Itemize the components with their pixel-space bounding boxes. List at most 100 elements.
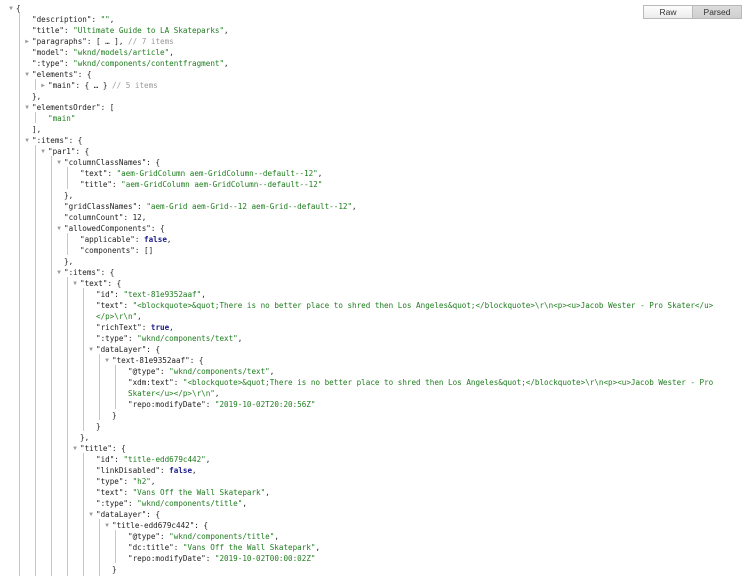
json-token: , bbox=[224, 26, 229, 35]
collapse-toggle-icon[interactable]: ▼ bbox=[87, 509, 95, 520]
collapse-toggle-icon[interactable]: ▼ bbox=[103, 520, 111, 531]
parsed-tab[interactable]: Parsed bbox=[693, 5, 742, 19]
json-token: : bbox=[64, 26, 74, 35]
collapse-toggle-icon[interactable]: ▼ bbox=[23, 135, 31, 146]
json-line: "@type": "wknd/components/text", bbox=[128, 366, 274, 377]
json-token: : [ bbox=[100, 103, 115, 112]
collapse-toggle-icon[interactable]: ▼ bbox=[55, 157, 63, 168]
indent-guide bbox=[83, 453, 84, 576]
json-token: , bbox=[201, 290, 206, 299]
json-token: : bbox=[64, 59, 74, 68]
json-token: , bbox=[237, 334, 243, 343]
json-token: : { bbox=[75, 147, 90, 156]
json-line: ], bbox=[32, 124, 41, 135]
json-line: ▼ "columnClassNames": { bbox=[57, 157, 160, 168]
json-string: "Vans Off the Wall Skatepark" bbox=[132, 488, 266, 497]
json-string: "<blockquote>&quot;There is no better pl… bbox=[182, 378, 714, 387]
json-token: : { bbox=[189, 356, 204, 365]
indent-guide bbox=[19, 13, 20, 576]
expand-toggle-icon[interactable]: ▶ bbox=[39, 80, 47, 91]
json-line: }, bbox=[80, 432, 89, 443]
json-token: , bbox=[166, 235, 172, 244]
json-string: "wknd/models/article" bbox=[73, 48, 170, 57]
json-token: : bbox=[128, 499, 138, 508]
json-token: }, bbox=[32, 92, 42, 101]
json-string: "Ultimate Guide to LA Skateparks" bbox=[73, 26, 225, 35]
json-key: "type" bbox=[96, 477, 124, 486]
collapse-toggle-icon[interactable]: ▼ bbox=[7, 3, 15, 14]
indent-guide bbox=[83, 288, 84, 431]
json-line: Skater</u></p>\r\n", bbox=[128, 388, 219, 399]
json-token: true bbox=[150, 323, 170, 332]
json-token: : bbox=[123, 477, 133, 486]
collapse-toggle-icon[interactable]: ▼ bbox=[71, 278, 79, 289]
json-token: : bbox=[134, 235, 145, 244]
indent-guide bbox=[35, 145, 36, 576]
json-key: "text" bbox=[96, 301, 124, 310]
json-token: : bbox=[160, 532, 170, 541]
json-token: : bbox=[123, 213, 133, 222]
json-token: , bbox=[137, 312, 142, 321]
json-token: : [] bbox=[134, 246, 154, 255]
collapse-toggle-icon[interactable]: ▼ bbox=[55, 267, 63, 278]
indent-guide bbox=[51, 156, 52, 576]
json-token: : { bbox=[146, 345, 161, 354]
collapse-toggle-icon[interactable]: ▼ bbox=[87, 344, 95, 355]
json-token: ], bbox=[32, 125, 42, 134]
json-key: ":type" bbox=[32, 59, 65, 68]
json-token: { bbox=[16, 4, 21, 13]
indent-guide bbox=[67, 233, 68, 255]
json-token: : bbox=[137, 202, 147, 211]
json-string: "2019-10-02T20:20:56Z" bbox=[214, 400, 316, 409]
json-line: ":type": "wknd/components/text", bbox=[96, 333, 242, 344]
json-line: "id": "text-81e9352aaf", bbox=[96, 289, 206, 300]
collapse-toggle-icon[interactable]: ▼ bbox=[39, 146, 47, 157]
json-line: } bbox=[96, 421, 101, 432]
json-string: "<blockquote>&quot;There is no better pl… bbox=[132, 301, 714, 310]
json-token: } bbox=[112, 411, 117, 420]
json-token: : { bbox=[150, 224, 165, 233]
json-line: ":type": "wknd/components/contentfragmen… bbox=[32, 58, 229, 69]
json-token: false bbox=[169, 466, 193, 475]
json-token: : bbox=[173, 543, 183, 552]
json-token: , bbox=[169, 48, 174, 57]
json-token: : { bbox=[146, 510, 161, 519]
json-key: "dc:title" bbox=[128, 543, 174, 552]
collapse-toggle-icon[interactable]: ▼ bbox=[55, 223, 63, 234]
json-line: "linkDisabled": false, bbox=[96, 465, 197, 476]
json-token: , bbox=[315, 543, 321, 552]
json-key: "repo:modifyDate" bbox=[128, 400, 206, 409]
json-string: "" bbox=[100, 15, 110, 24]
json-token: , bbox=[265, 488, 270, 497]
json-key: "repo:modifyDate" bbox=[128, 554, 206, 563]
json-string: "aem-GridColumn aem-GridColumn--default-… bbox=[121, 180, 323, 189]
json-token: : bbox=[112, 180, 122, 189]
json-line: "description": "", bbox=[32, 14, 114, 25]
indent-guide bbox=[99, 519, 100, 576]
collapse-toggle-icon[interactable]: ▼ bbox=[103, 355, 111, 366]
json-key: ":items" bbox=[32, 136, 69, 145]
json-key: "title" bbox=[80, 444, 113, 453]
expand-toggle-icon[interactable]: ▶ bbox=[23, 36, 31, 47]
json-token: , bbox=[192, 466, 197, 475]
json-key: "text" bbox=[80, 279, 108, 288]
json-line: } bbox=[112, 410, 117, 421]
json-token: , bbox=[205, 455, 211, 464]
json-key: "description" bbox=[32, 15, 92, 24]
json-line: ▼ "text": { bbox=[73, 278, 121, 289]
json-line: ▼ "dataLayer": { bbox=[89, 509, 161, 520]
json-line: ▼ "title": { bbox=[73, 443, 126, 454]
collapse-toggle-icon[interactable]: ▼ bbox=[23, 69, 31, 80]
collapse-toggle-icon[interactable]: ▼ bbox=[71, 443, 79, 454]
json-token: : bbox=[64, 48, 74, 57]
json-line: } bbox=[112, 564, 117, 575]
json-line: "type": "h2", bbox=[96, 476, 155, 487]
raw-tab[interactable]: Raw bbox=[643, 5, 693, 19]
json-token: : { bbox=[68, 136, 83, 145]
json-line: "xdm:text": "<blockquote>&quot;There is … bbox=[128, 377, 713, 388]
json-line: "main" bbox=[48, 113, 75, 124]
json-key: "richText" bbox=[96, 323, 142, 332]
json-key: "columnCount" bbox=[64, 213, 124, 222]
json-token: : bbox=[128, 334, 138, 343]
collapse-toggle-icon[interactable]: ▼ bbox=[23, 102, 31, 113]
